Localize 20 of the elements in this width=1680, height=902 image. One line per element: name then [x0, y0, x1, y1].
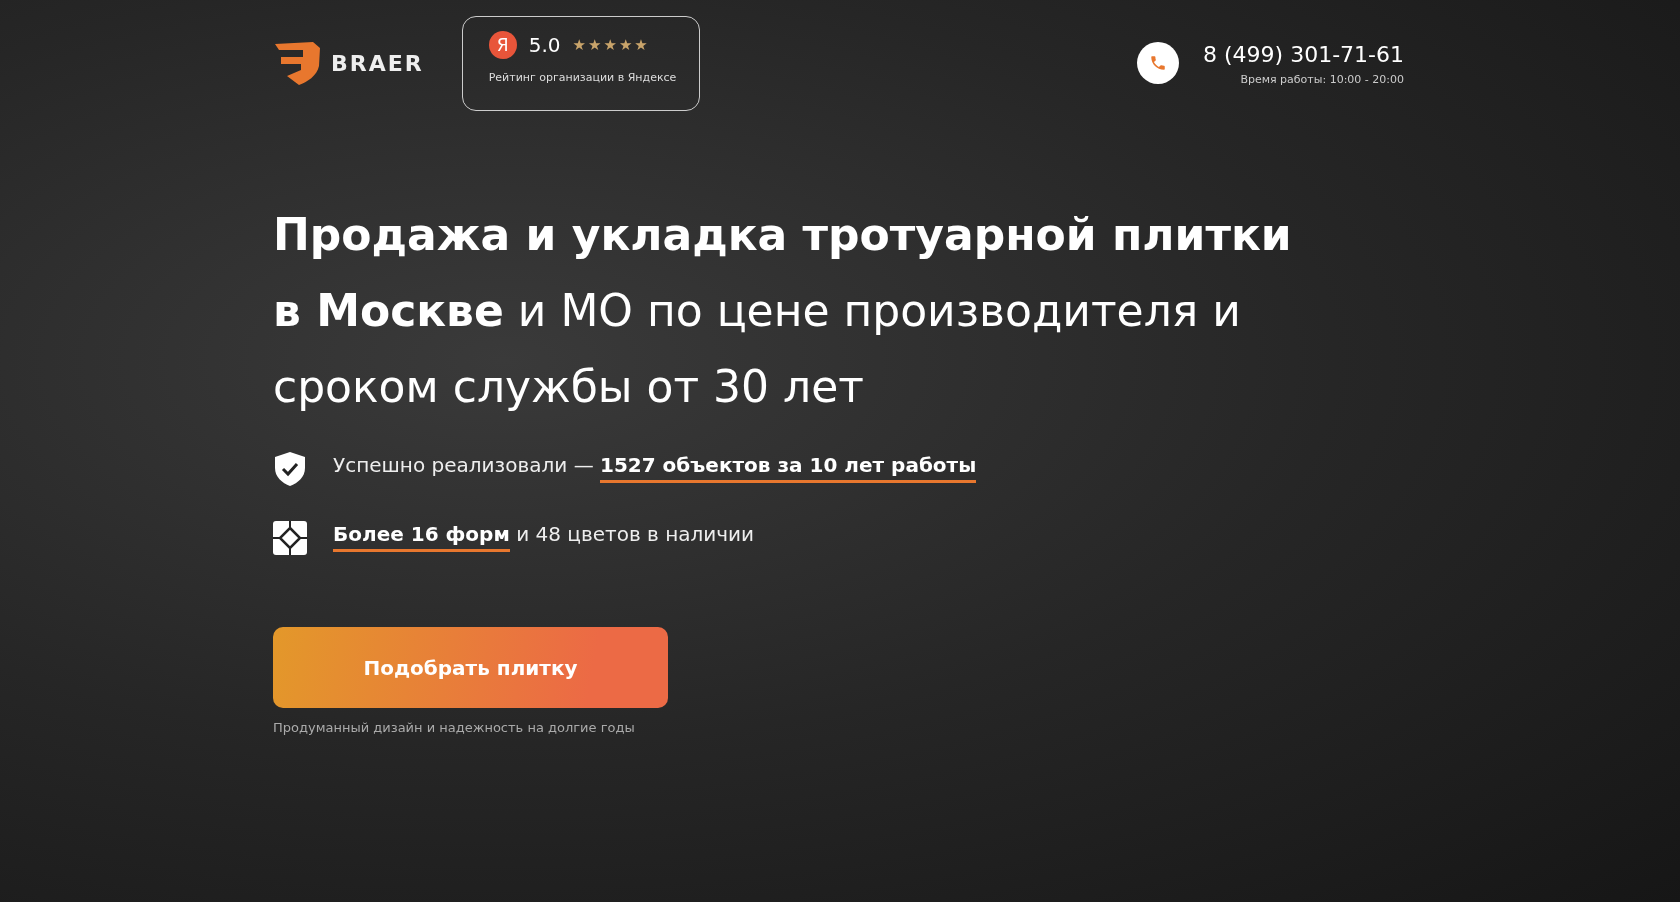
star-icon: ★	[634, 36, 648, 54]
benefit-text: Успешно реализовали — 1527 объектов за 10 лет работы	[333, 452, 977, 486]
phone-number[interactable]: 8 (499) 301-71-61	[1203, 42, 1404, 67]
star-icon: ★	[572, 36, 586, 54]
logo-text: BRAER	[331, 50, 424, 76]
rating-score: 5.0	[528, 33, 561, 57]
star-icon: ★	[618, 36, 633, 54]
star-icon: ★	[588, 36, 602, 54]
rating-card[interactable]: Я 5.0 ★★★★★ Рейтинг организации в Яндексе	[461, 16, 700, 111]
working-hours: Время работы: 10:00 - 20:00	[1240, 73, 1404, 86]
phone-icon[interactable]	[1137, 42, 1179, 84]
rating-caption: Рейтинг организации в Яндексе	[488, 71, 678, 84]
yandex-badge: Я	[488, 31, 517, 59]
tile-pattern-icon	[273, 521, 307, 555]
benefit-text: Более 16 форм и 48 цветов в наличии	[333, 521, 755, 555]
button-caption: Продуманный дизайн и надежность на долгие годы	[273, 720, 636, 735]
headline: Продажа и укладка тротуарной плитки в Москве и МО по цене производителя и сроком службы от 30 лет	[273, 208, 1293, 414]
star-icon: ★	[603, 36, 617, 54]
shield-logo-icon	[273, 40, 321, 86]
shield-check-icon	[273, 451, 307, 487]
